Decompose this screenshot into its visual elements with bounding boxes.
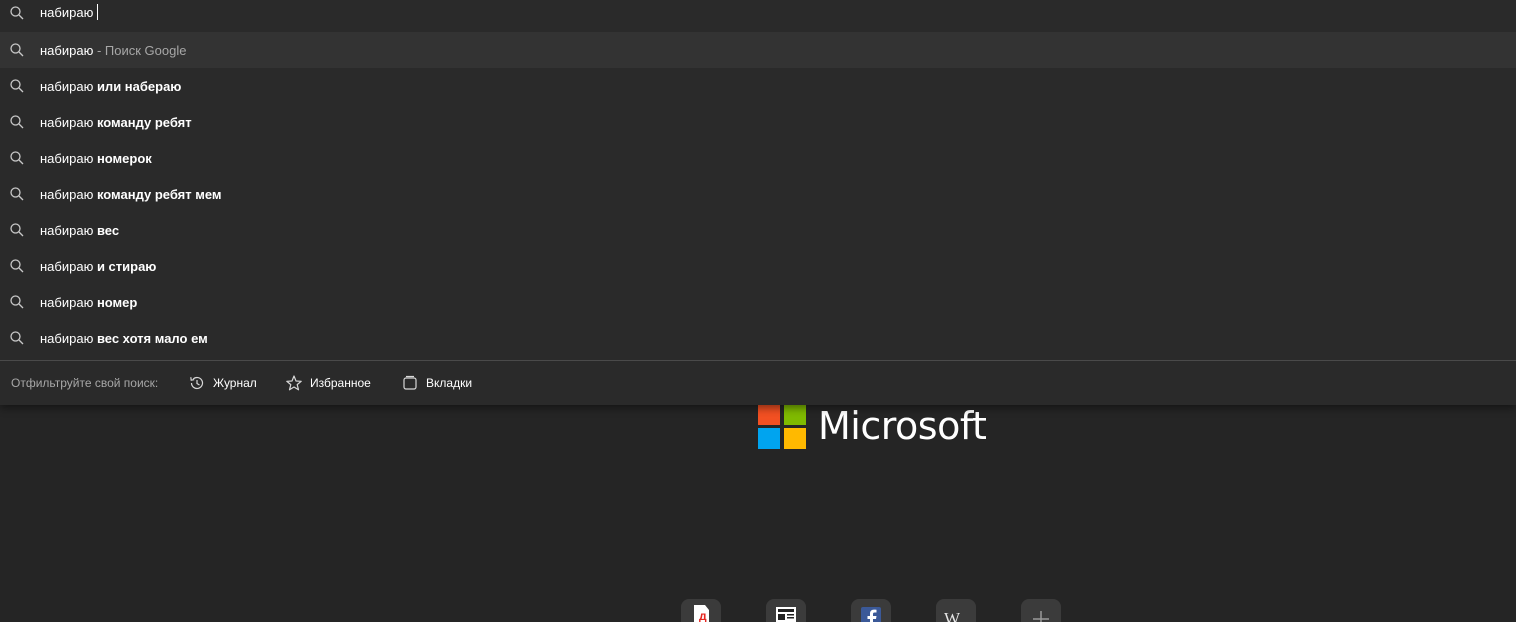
microsoft-logo-squares [758,404,807,450]
suggestion-item[interactable]: набираю или набераю [0,68,1516,104]
address-input[interactable]: набираю [40,4,99,22]
text-caret [97,4,99,20]
suggestion-prefix: набираю [40,259,94,274]
address-bar-dropdown: набираю набираю - Поиск Google набираю и… [0,0,1516,405]
new-tab-page: Microsoft д W набираю набираю - Поиск Go… [0,0,1516,622]
suggestion-source: - Поиск Google [93,43,187,58]
add-quick-link-button[interactable] [1021,599,1061,622]
address-input-value: набираю [40,5,94,20]
suggestion-text: набираю номерок [40,150,152,168]
suggestion-text: набираю команду ребят мем [40,186,222,204]
search-icon [10,295,24,309]
suggestion-completion: номерок [93,151,152,166]
search-icon [10,79,24,93]
search-icon [10,6,24,20]
yandex-icon: д [694,605,709,622]
suggestion-text: набираю вес [40,222,119,240]
suggestion-completion: команду ребят [93,115,192,130]
suggestion-list: набираю - Поиск Google набираю или набер… [0,32,1516,356]
search-icon [10,331,24,345]
search-icon [10,223,24,237]
filter-history-button[interactable]: Журнал [188,371,257,395]
filter-favorites-label: Избранное [310,376,371,390]
tabs-icon [403,375,417,390]
suggestion-prefix: набираю [40,331,94,346]
search-icon [10,187,24,201]
star-icon [286,375,302,391]
address-bar[interactable]: набираю [0,0,1516,28]
svg-text:д: д [699,609,707,622]
search-icon [10,259,24,273]
add-icon [1033,611,1049,622]
wikipedia-icon: W [944,609,961,622]
suggestion-prefix: набираю [40,223,94,238]
svg-text:W: W [944,609,961,622]
microsoft-wordmark: Microsoft [818,404,987,448]
quick-links: д W [0,599,1516,622]
suggestion-item[interactable]: набираю номерок [0,140,1516,176]
suggestion-text: набираю команду ребят [40,114,192,132]
suggestion-prefix: набираю [40,187,94,202]
history-icon [190,376,204,390]
quick-link-wikipedia[interactable]: W [936,599,976,622]
suggestion-item[interactable]: набираю команду ребят мем [0,176,1516,212]
suggestion-completion: команду ребят мем [93,187,222,202]
suggestion-prefix: набираю [40,43,94,58]
search-icon [10,43,24,57]
quick-link-facebook[interactable] [851,599,891,622]
facebook-icon [861,607,881,622]
suggestion-completion: номер [93,295,138,310]
suggestion-text: набираю номер [40,294,137,312]
search-filter-bar: Отфильтруйте свой поиск: Журнал Избранно… [0,361,1516,405]
suggestion-item[interactable]: набираю вес хотя мало ем [0,320,1516,356]
suggestion-prefix: набираю [40,79,94,94]
suggestion-text: набираю вес хотя мало ем [40,330,208,348]
filter-history-label: Журнал [213,376,257,390]
suggestion-item[interactable]: набираю команду ребят [0,104,1516,140]
news-icon [776,607,796,622]
suggestion-prefix: набираю [40,151,94,166]
suggestion-completion: или набераю [93,79,182,94]
suggestion-completion: вес [93,223,120,238]
suggestion-completion: вес хотя мало ем [93,331,208,346]
quick-link-news[interactable] [766,599,806,622]
suggestion-text: набираю и стираю [40,258,156,276]
filter-tabs-label: Вкладки [426,376,473,390]
suggestion-prefix: набираю [40,115,94,130]
suggestion-completion: и стираю [93,259,157,274]
suggestion-item[interactable]: набираю номер [0,284,1516,320]
filter-tabs-button[interactable]: Вкладки [401,371,472,395]
microsoft-logo [758,404,807,450]
search-icon [10,115,24,129]
suggestion-item[interactable]: набираю - Поиск Google [0,32,1516,68]
suggestion-item[interactable]: набираю и стираю [0,248,1516,284]
suggestion-prefix: набираю [40,295,94,310]
filter-label: Отфильтруйте свой поиск: [11,376,159,390]
suggestion-text: набираю - Поиск Google [40,42,186,60]
quick-link-yandex[interactable]: д [681,599,721,622]
suggestion-item[interactable]: набираю вес [0,212,1516,248]
search-icon [10,151,24,165]
suggestion-text: набираю или набераю [40,78,181,96]
filter-favorites-button[interactable]: Избранное [285,371,371,395]
